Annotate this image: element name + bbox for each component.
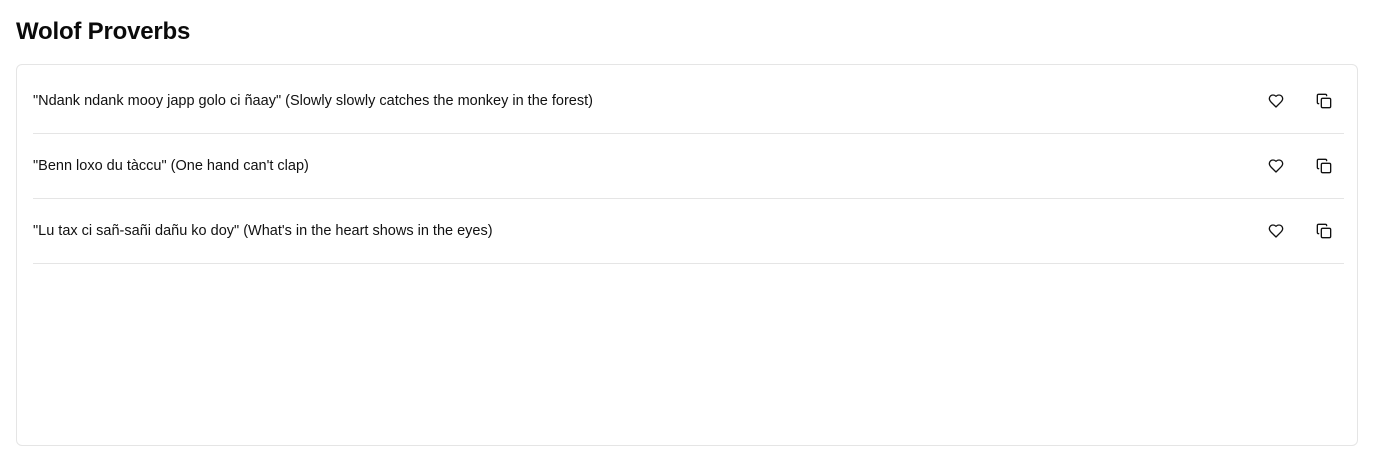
- proverbs-card: "Ndank ndank mooy japp golo ci ñaay" (Sl…: [16, 64, 1358, 446]
- favorite-button[interactable]: [1266, 221, 1286, 241]
- copy-icon: [1316, 158, 1332, 174]
- proverb-text: "Lu tax ci sañ-sañi dañu ko doy" (What's…: [33, 223, 493, 239]
- copy-icon: [1316, 223, 1332, 239]
- proverbs-list: "Ndank ndank mooy japp golo ci ñaay" (Sl…: [33, 69, 1344, 264]
- page-title: Wolof Proverbs: [16, 18, 191, 45]
- copy-button[interactable]: [1314, 221, 1334, 241]
- proverb-text: "Ndank ndank mooy japp golo ci ñaay" (Sl…: [33, 93, 593, 109]
- row-actions: [1266, 134, 1334, 198]
- copy-button[interactable]: [1314, 156, 1334, 176]
- list-item: "Ndank ndank mooy japp golo ci ñaay" (Sl…: [33, 69, 1344, 134]
- row-actions: [1266, 69, 1334, 133]
- copy-icon: [1316, 93, 1332, 109]
- list-item: "Lu tax ci sañ-sañi dañu ko doy" (What's…: [33, 199, 1344, 264]
- heart-icon: [1268, 224, 1284, 238]
- list-item: "Benn loxo du tàccu" (One hand can't cla…: [33, 134, 1344, 199]
- favorite-button[interactable]: [1266, 91, 1286, 111]
- heart-icon: [1268, 159, 1284, 173]
- copy-button[interactable]: [1314, 91, 1334, 111]
- heart-icon: [1268, 94, 1284, 108]
- row-actions: [1266, 199, 1334, 263]
- proverb-text: "Benn loxo du tàccu" (One hand can't cla…: [33, 158, 309, 174]
- favorite-button[interactable]: [1266, 156, 1286, 176]
